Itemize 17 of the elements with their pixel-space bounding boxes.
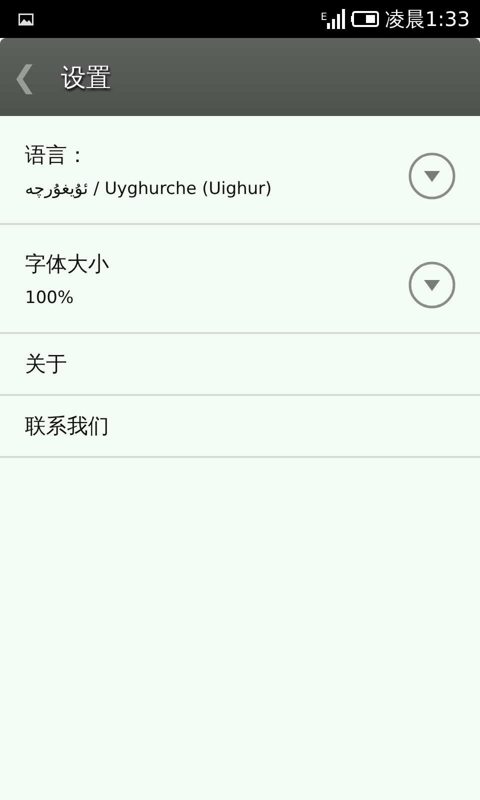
setting-label: 字体大小 [25, 250, 109, 278]
menu-item[interactable]: 关于 [0, 334, 480, 396]
setting-value: ئۇيغۇرچە / Uyghurche (Uighur) [25, 178, 272, 198]
clock: 凌晨1:33 [385, 6, 470, 32]
page-title: 设置 [61, 62, 112, 94]
dropdown-icon[interactable] [408, 260, 456, 308]
setting-row[interactable]: 字体大小 100% [0, 225, 480, 334]
setting-label: 语言： [25, 142, 89, 168]
dropdown-icon[interactable] [408, 152, 456, 200]
menu-item-label: 联系我们 [25, 413, 109, 440]
setting-value: 100% [25, 288, 75, 308]
menu-item-label: 关于 [25, 351, 67, 378]
signal-icon [327, 9, 348, 29]
battery-icon [351, 11, 380, 27]
menu-item[interactable]: 联系我们 [0, 396, 480, 458]
network-type: E [320, 12, 328, 22]
image-icon [18, 12, 34, 26]
